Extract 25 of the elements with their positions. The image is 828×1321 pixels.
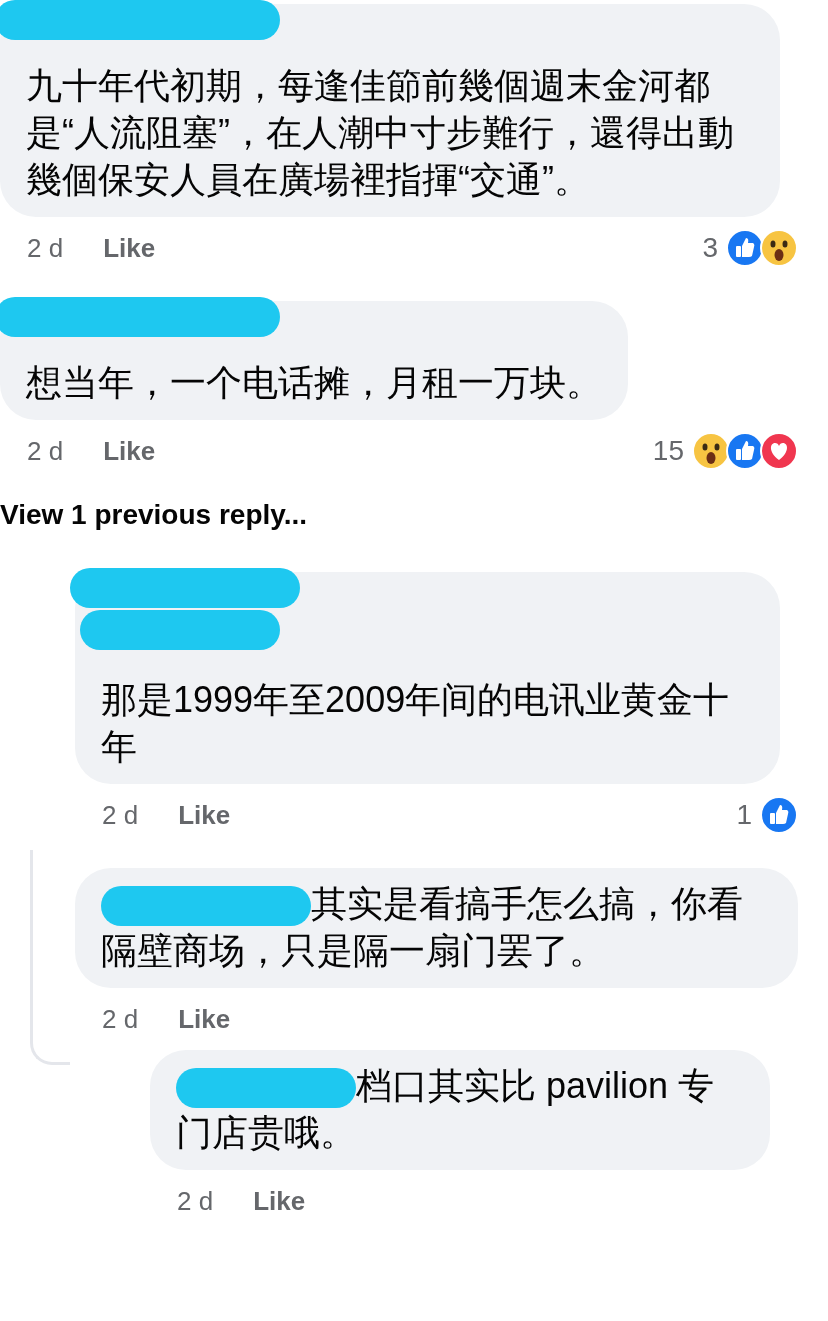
like-link[interactable]: Like [253,1181,306,1221]
wow-reaction-icon [760,229,798,267]
like-reaction-icon [726,229,764,267]
comment-time: 2 d [177,1184,214,1218]
comment-time: 2 d [102,1002,139,1036]
reaction-count: 15 [652,434,684,468]
like-link[interactable]: Like [178,999,231,1039]
view-previous-replies-link[interactable]: View 1 previous reply... [0,494,308,536]
comment-text: 九十年代初期，每逢佳節前幾個週末金河都是“人流阻塞”，在人潮中寸步難行，還得出動幾個保安人員在廣場裡指揮“交通”。 [26,64,735,202]
wow-reaction-icon [692,432,730,470]
reaction-count: 3 [702,231,718,265]
like-link[interactable]: Like [178,795,231,835]
like-reaction-icon [726,432,764,470]
comment-text: 那是1999年至2009年间的电讯业黄金十年 [101,678,731,769]
comment-text: 档口其实比 pavilion 专门店贵哦。 [176,1064,716,1155]
comment-time: 2 d [27,434,64,468]
comment-text: 想当年，一个电话摊，月租一万块。 [26,361,602,405]
comment-time: 2 d [102,798,139,832]
like-reaction-icon [760,796,798,834]
heart-reaction-icon [760,432,798,470]
like-link[interactable]: Like [103,431,156,471]
comment-text: 其实是看搞手怎么搞，你看隔壁商场，只是隔一扇门罢了。 [101,882,744,973]
comment-time: 2 d [27,231,64,265]
like-link[interactable]: Like [103,228,156,268]
reaction-count: 1 [736,798,752,832]
